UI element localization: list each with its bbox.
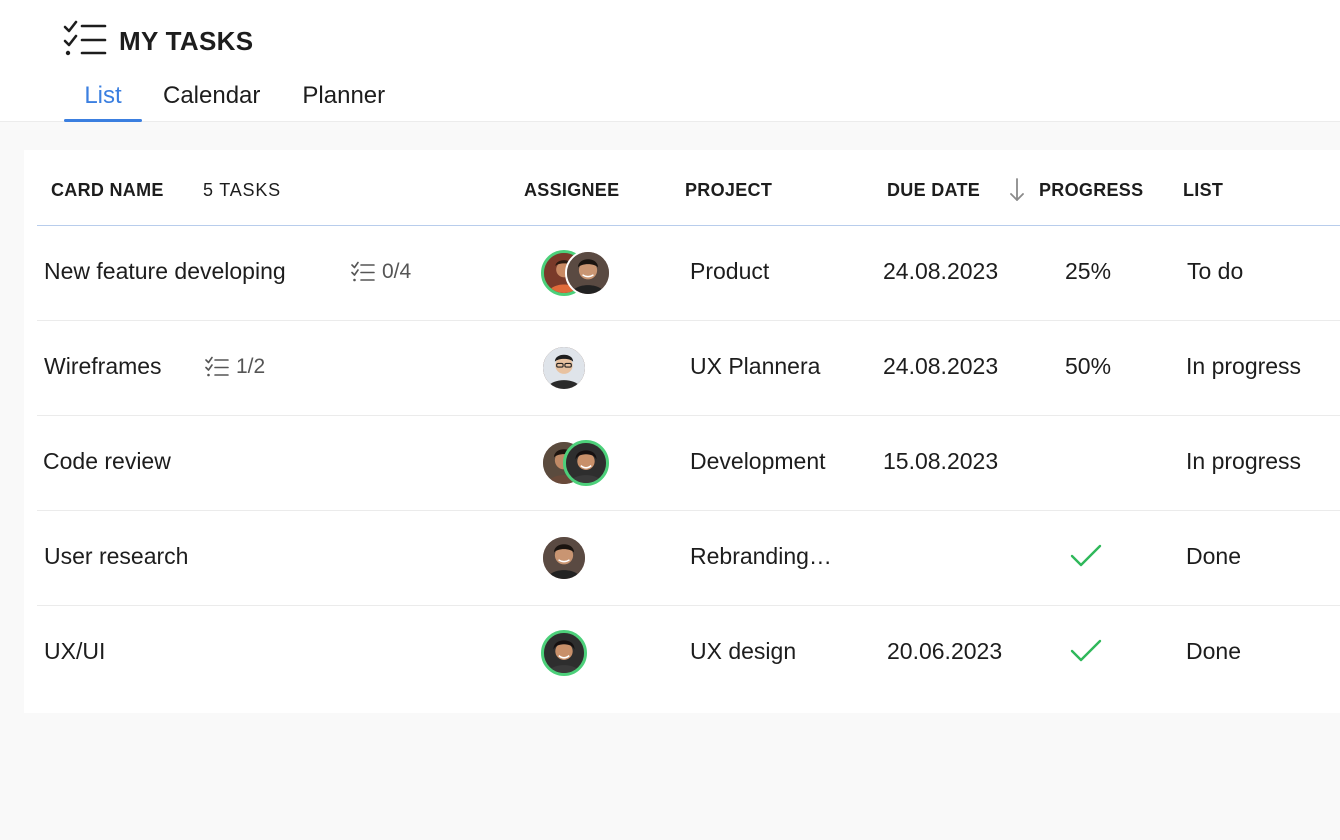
table-row[interactable]: Code review Development 15.08.2023 In pr…	[37, 416, 1340, 511]
due-date: 24.08.2023	[883, 258, 999, 284]
card-name[interactable]: Code review	[43, 448, 171, 475]
card-name[interactable]: New feature developing	[44, 258, 286, 285]
assignee-avatars[interactable]	[541, 345, 587, 391]
table-header: CARD NAME 5 TASKS ASSIGNEE PROJECT DUE D…	[37, 150, 1340, 226]
column-header-card-name[interactable]: CARD NAME	[51, 180, 164, 201]
card-name[interactable]: User research	[44, 543, 188, 570]
checkmark-icon	[1070, 639, 1102, 662]
top-bar: MY TASKS List Calendar Planner	[0, 0, 1340, 122]
project-name: UX Plannera	[690, 353, 821, 379]
list-status[interactable]: In progress	[1186, 448, 1301, 475]
task-count: 5 TASKS	[203, 180, 281, 200]
avatar[interactable]	[563, 440, 609, 486]
avatar[interactable]	[565, 250, 611, 296]
list-status[interactable]: To do	[1187, 258, 1243, 285]
table-row[interactable]: UX/UI UX design 20.06.2023 Done	[37, 606, 1340, 701]
task-table: CARD NAME 5 TASKS ASSIGNEE PROJECT DUE D…	[24, 150, 1340, 713]
assignee-avatars[interactable]	[541, 440, 611, 486]
column-header-progress[interactable]: PROGRESS	[1039, 180, 1143, 201]
due-date: 15.08.2023	[883, 448, 999, 474]
checklist-count: 1/2	[236, 355, 266, 378]
project-name: Product	[690, 258, 770, 284]
table-row[interactable]: New feature developing 0/4 Product 24.08…	[37, 226, 1340, 321]
assignee-avatars[interactable]	[541, 630, 587, 676]
checklist-counter: 0/4	[351, 260, 411, 284]
checklist-icon	[205, 356, 229, 377]
list-status[interactable]: Done	[1186, 543, 1241, 570]
project-name: Development	[690, 448, 826, 474]
avatar[interactable]	[541, 535, 587, 581]
column-header-due-date[interactable]: DUE DATE	[887, 180, 980, 201]
due-date: 20.06.2023	[887, 638, 1003, 664]
tab-calendar[interactable]: Calendar	[163, 82, 260, 122]
column-header-list[interactable]: LIST	[1183, 180, 1223, 201]
checklist-count: 0/4	[382, 260, 412, 283]
tab-planner[interactable]: Planner	[302, 82, 385, 122]
list-status[interactable]: Done	[1186, 638, 1241, 665]
column-header-project[interactable]: PROJECT	[685, 180, 772, 201]
table-row[interactable]: Wireframes 1/2 UX Plannera 24.08.2023 50…	[37, 321, 1340, 416]
table-row[interactable]: User research Rebranding… Done	[37, 511, 1340, 606]
assignee-avatars[interactable]	[541, 250, 611, 296]
card-name[interactable]: UX/UI	[44, 638, 105, 665]
arrow-down-icon[interactable]	[1009, 177, 1025, 203]
checklist-icon	[63, 20, 107, 56]
progress-value: 25%	[1065, 258, 1112, 284]
assignee-avatars[interactable]	[541, 535, 587, 581]
page-title: MY TASKS	[119, 26, 254, 56]
column-header-assignee[interactable]: ASSIGNEE	[524, 180, 619, 201]
card-name[interactable]: Wireframes	[44, 353, 162, 380]
avatar[interactable]	[541, 630, 587, 676]
project-name: UX design	[690, 638, 797, 664]
tab-list[interactable]: List	[64, 82, 142, 122]
due-date: 24.08.2023	[883, 353, 999, 379]
project-name: Rebranding…	[690, 543, 832, 569]
progress-value: 50%	[1065, 353, 1112, 379]
checklist-counter: 1/2	[205, 355, 265, 379]
checklist-icon	[351, 261, 375, 282]
checkmark-icon	[1070, 544, 1102, 567]
list-status[interactable]: In progress	[1186, 353, 1301, 380]
view-tabs: List Calendar Planner	[64, 82, 385, 122]
avatar[interactable]	[541, 345, 587, 391]
